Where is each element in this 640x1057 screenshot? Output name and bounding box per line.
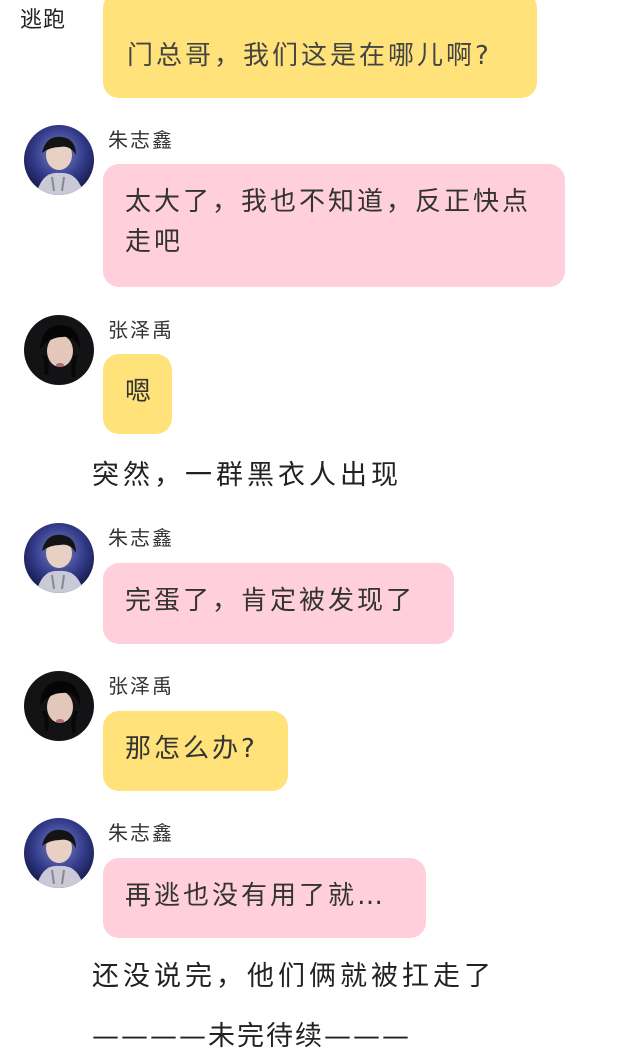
message-text: 完蛋了，肯定被发现了 [125,586,416,616]
narration-text: 突然，一群黑衣人出现 [92,460,402,491]
speaker-name: 朱志鑫 [108,821,174,845]
avatar-zhu-zhixin [24,125,94,195]
message-text: 嗯 [125,377,155,407]
message-bubble-pink: 太大了，我也不知道，反正快点走吧 [103,164,565,287]
message-bubble-yellow: 门总哥，我们这是在哪儿啊? [103,0,537,98]
speaker-name: 张泽禹 [108,318,174,342]
speaker-name: 张泽禹 [108,674,174,698]
message-bubble-yellow: 嗯 [103,354,172,434]
chat-story-page: 逃跑 门总哥，我们这是在哪儿啊? 朱志鑫 太大了，我也不知道，反正快点走吧 张泽… [0,0,640,1057]
speaker-name: 朱志鑫 [108,128,174,152]
message-bubble-pink: 完蛋了，肯定被发现了 [103,563,454,644]
message-bubble-yellow: 那怎么办? [103,711,288,791]
avatar-zhang-zeyu [24,671,94,741]
to-be-continued-text: ————未完待续——— [92,1021,411,1052]
message-text: 门总哥，我们这是在哪儿啊? [127,41,492,71]
page-title: 逃跑 [20,8,67,33]
message-bubble-pink: 再逃也没有用了就… [103,858,426,938]
message-text: 那怎么办? [125,734,258,764]
speaker-name: 朱志鑫 [108,526,174,550]
avatar-zhang-zeyu [24,315,94,385]
avatar-zhu-zhixin [24,818,94,888]
narration-text: 还没说完，他们俩就被扛走了 [92,961,495,992]
message-text: 太大了，我也不知道，反正快点走吧 [125,187,532,257]
avatar-zhu-zhixin [24,523,94,593]
message-text: 再逃也没有用了就… [125,881,387,911]
